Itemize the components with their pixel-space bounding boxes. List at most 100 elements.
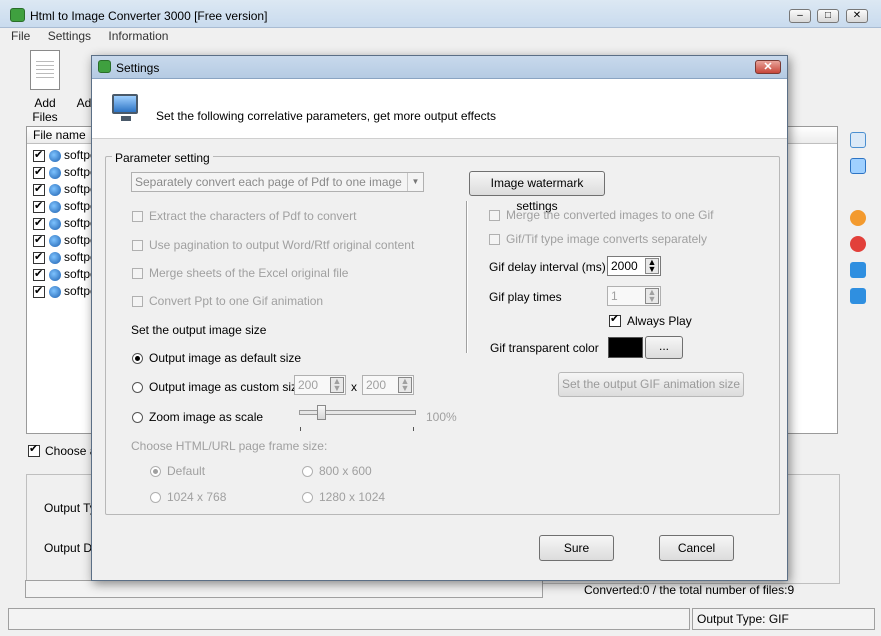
- close-button[interactable]: ✕: [846, 9, 868, 23]
- dialog-header: Set the following correlative parameters…: [92, 79, 787, 139]
- maximize-button[interactable]: □: [817, 9, 839, 23]
- file-checkbox[interactable]: [33, 198, 45, 215]
- always-play-checkbox[interactable]: [609, 312, 621, 327]
- move-up-icon[interactable]: [850, 262, 866, 278]
- custom-width-value: 200: [298, 378, 319, 392]
- gif-separate-checkbox[interactable]: [489, 233, 500, 245]
- cancel-button[interactable]: Cancel: [659, 535, 734, 561]
- merge-excel-option[interactable]: Merge sheets of the Excel original file: [132, 266, 348, 280]
- add-item-icon[interactable]: [850, 158, 866, 174]
- size-default-option[interactable]: Output image as default size: [132, 351, 301, 365]
- always-play-option[interactable]: Always Play: [609, 312, 692, 328]
- dialog-close-button[interactable]: ✕: [755, 60, 781, 74]
- zoom-radio[interactable]: [132, 411, 143, 423]
- remove-icon[interactable]: [850, 210, 866, 226]
- list-view-icon[interactable]: [850, 132, 866, 148]
- frame-1024-label: 1024 x 768: [167, 490, 227, 504]
- size-custom-option[interactable]: Output image as custom size: [132, 380, 304, 394]
- monitor-icon: [112, 94, 138, 121]
- frame-heading: Choose HTML/URL page frame size:: [131, 439, 328, 453]
- minimize-button[interactable]: –: [789, 9, 811, 23]
- pick-color-button[interactable]: ...: [645, 336, 683, 359]
- dialog-header-text: Set the following correlative parameters…: [156, 109, 496, 123]
- zoom-slider-thumb[interactable]: [317, 405, 326, 420]
- merge-gif-option[interactable]: Merge the converted images to one Gif: [489, 208, 713, 222]
- merge-gif-checkbox[interactable]: [489, 209, 500, 221]
- dialog-title-bar[interactable]: Settings ✕: [92, 56, 787, 79]
- extract-pdf-label: Extract the characters of Pdf to convert: [149, 209, 357, 223]
- main-title-bar[interactable]: Html to Image Converter 3000 [Free versi…: [0, 0, 881, 28]
- file-checkbox[interactable]: [33, 181, 45, 198]
- output-type-label: Output Ty: [44, 501, 96, 515]
- size-default-radio[interactable]: [132, 352, 143, 364]
- zoom-option[interactable]: Zoom image as scale: [132, 410, 263, 424]
- spinner-arrows-icon[interactable]: ▲ ▼: [330, 377, 344, 393]
- side-toolbar: [850, 132, 870, 314]
- file-checkbox[interactable]: [33, 215, 45, 232]
- webpage-icon: [49, 217, 61, 230]
- file-checkbox[interactable]: [33, 147, 45, 164]
- frame-default-radio[interactable]: [150, 465, 161, 477]
- zoom-value: 100%: [426, 410, 457, 424]
- gif-separate-option[interactable]: Gif/Tif type image converts separately: [489, 232, 707, 246]
- pagination-checkbox[interactable]: [132, 239, 143, 251]
- status-bar: Output Type: GIF: [0, 606, 881, 636]
- frame-800-option[interactable]: 800 x 600: [302, 464, 372, 478]
- spinner-arrows-icon[interactable]: ▲ ▼: [398, 377, 412, 393]
- extract-pdf-checkbox[interactable]: [132, 210, 143, 222]
- ppt-gif-checkbox[interactable]: [132, 295, 143, 307]
- menu-file[interactable]: File: [11, 28, 30, 44]
- size-default-label: Output image as default size: [149, 351, 302, 365]
- transparent-color-swatch[interactable]: [608, 337, 643, 358]
- frame-1280-option[interactable]: 1280 x 1024: [302, 490, 385, 504]
- output-dir-label: Output Di: [44, 541, 95, 555]
- move-down-icon[interactable]: [850, 288, 866, 304]
- add-files-button[interactable]: Add Files: [22, 50, 68, 124]
- progress-bar: [25, 580, 543, 598]
- sure-button[interactable]: Sure: [539, 535, 614, 561]
- frame-800-label: 800 x 600: [319, 464, 372, 478]
- webpage-icon: [49, 166, 61, 179]
- merge-excel-label: Merge sheets of the Excel original file: [149, 266, 349, 280]
- frame-1024-radio[interactable]: [150, 491, 161, 503]
- frame-800-radio[interactable]: [302, 465, 313, 477]
- transparent-color-label: Gif transparent color: [490, 341, 599, 355]
- file-checkbox[interactable]: [33, 283, 45, 300]
- size-custom-label: Output image as custom size: [149, 380, 304, 394]
- webpage-icon: [49, 234, 61, 247]
- gif-size-button[interactable]: Set the output GIF animation size: [558, 372, 744, 397]
- file-checkbox[interactable]: [33, 266, 45, 283]
- watermark-settings-button[interactable]: Image watermark settings: [469, 171, 605, 213]
- pdf-mode-value: Separately convert each page of Pdf to o…: [135, 175, 402, 189]
- custom-width-spinner[interactable]: 200 ▲ ▼: [294, 375, 346, 395]
- frame-1280-radio[interactable]: [302, 491, 313, 503]
- delete-all-icon[interactable]: [850, 236, 866, 252]
- gif-play-spinner[interactable]: 1 ▲ ▼: [607, 286, 661, 306]
- frame-default-option[interactable]: Default: [150, 464, 205, 478]
- settings-dialog: Settings ✕ Set the following correlative…: [91, 55, 788, 581]
- spinner-arrows-icon[interactable]: ▲ ▼: [645, 288, 659, 304]
- gif-play-value: 1: [611, 289, 618, 303]
- file-checkbox[interactable]: [33, 232, 45, 249]
- file-checkbox[interactable]: [33, 164, 45, 181]
- choose-option[interactable]: Choose a: [28, 442, 96, 458]
- choose-checkbox[interactable]: [28, 442, 40, 457]
- pagination-label: Use pagination to output Word/Rtf origin…: [149, 238, 415, 252]
- ppt-gif-option[interactable]: Convert Ppt to one Gif animation: [132, 294, 323, 308]
- main-window-title: Html to Image Converter 3000 [Free versi…: [30, 9, 268, 23]
- size-custom-radio[interactable]: [132, 381, 143, 393]
- merge-excel-checkbox[interactable]: [132, 267, 143, 279]
- parameter-group-label: Parameter setting: [112, 151, 213, 165]
- gif-delay-spinner[interactable]: 2000 ▲ ▼: [607, 256, 661, 276]
- custom-height-spinner[interactable]: 200 ▲ ▼: [362, 375, 414, 395]
- file-checkbox[interactable]: [33, 249, 45, 266]
- frame-1024-option[interactable]: 1024 x 768: [150, 490, 226, 504]
- spinner-arrows-icon[interactable]: ▲ ▼: [645, 258, 659, 274]
- pdf-mode-select[interactable]: Separately convert each page of Pdf to o…: [131, 172, 424, 192]
- menu-information[interactable]: Information: [108, 28, 168, 44]
- extract-pdf-option[interactable]: Extract the characters of Pdf to convert: [132, 209, 356, 223]
- size-heading: Set the output image size: [131, 323, 267, 337]
- menu-settings[interactable]: Settings: [48, 28, 91, 44]
- pagination-option[interactable]: Use pagination to output Word/Rtf origin…: [132, 238, 414, 252]
- status-left-pane: [8, 608, 690, 630]
